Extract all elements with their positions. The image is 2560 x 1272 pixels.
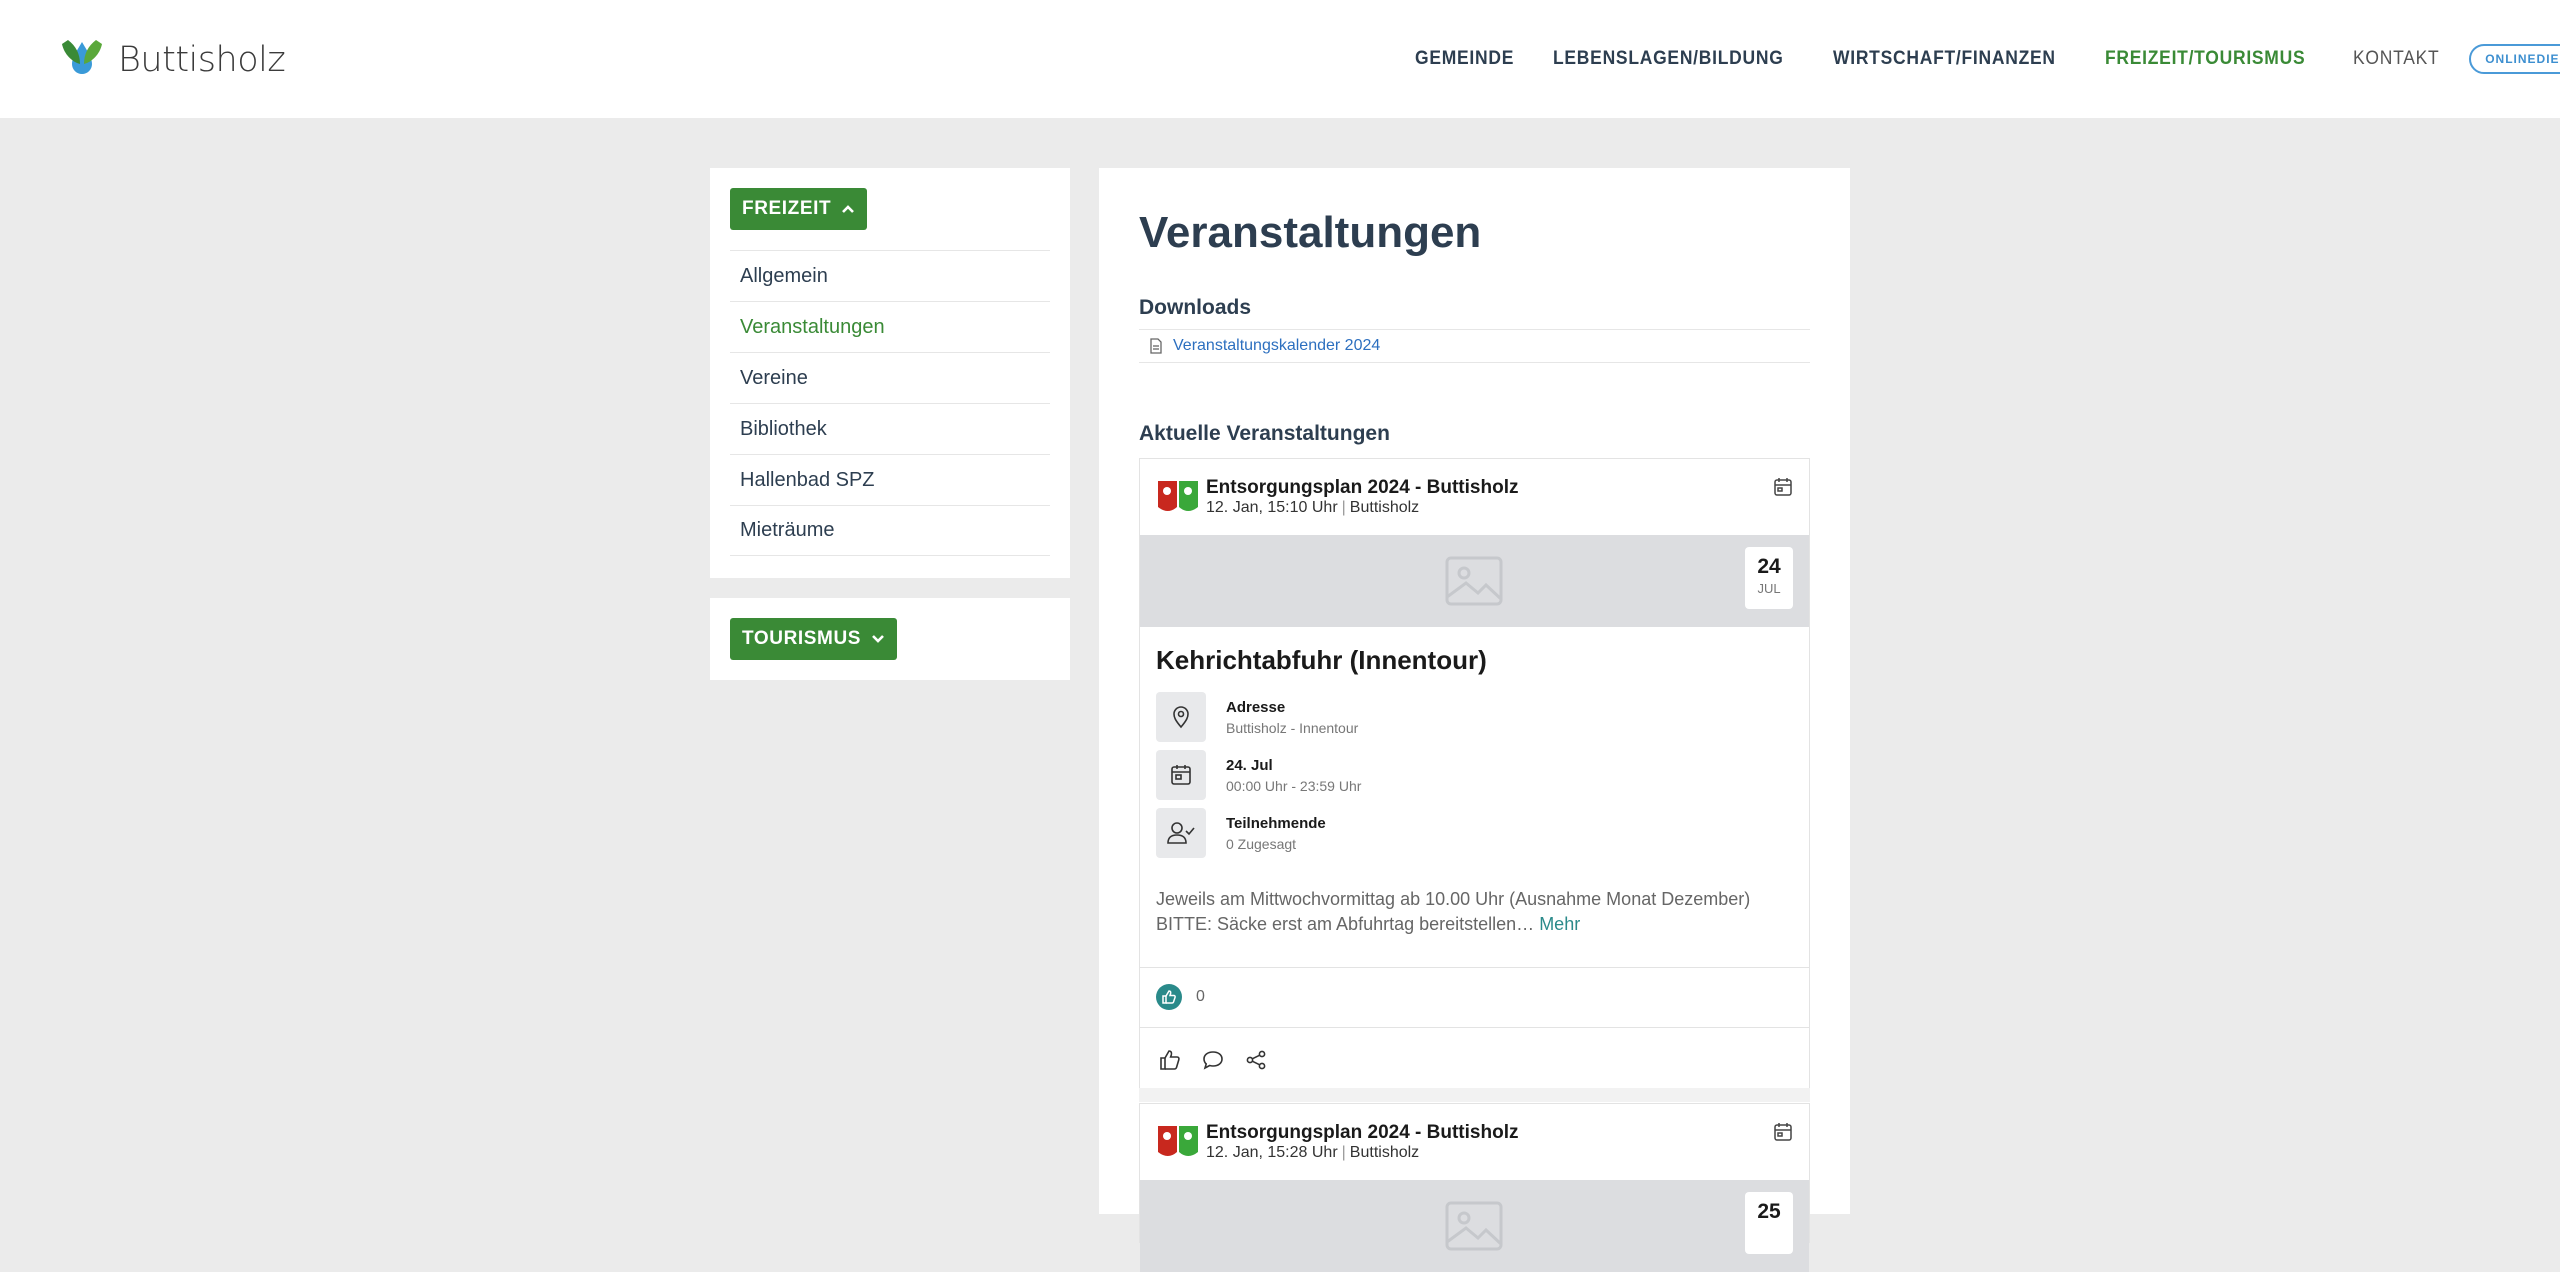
event-description: Jeweils am Mittwochvormittag ab 10.00 Uh… [1156,887,1796,937]
like-count-value: 0 [1196,988,1205,1005]
chevron-up-icon [842,205,855,213]
comment-icon[interactable] [1199,1047,1227,1073]
site-header: Buttisholz GEMEINDE LEBENSLAGEN/BILDUNG … [0,0,2560,118]
site-logo[interactable]: Buttisholz [58,38,286,82]
like-badge-icon [1156,984,1182,1010]
event-participants: Teilnehmende 0 Zugesagt [1156,808,1326,858]
divider [1140,1027,1809,1028]
onlinedienste-button[interactable]: ONLINEDIENSTE [2469,44,2560,74]
tourismus-toggle-button[interactable]: TOURISMUS [730,618,898,660]
main-nav: GEMEINDE LEBENSLAGEN/BILDUNG WIRTSCHAFT/… [1415,44,2560,74]
participants-icon [1156,808,1206,858]
card-gap [1139,1088,1810,1102]
event-timestamp: 12. Jan, 15:10 Uhr [1206,499,1338,516]
organizer-logo [1158,481,1198,511]
address-value: Buttisholz - Innentour [1226,719,1359,736]
event-card: Entsorgungsplan 2024 - Buttisholz 12. Ja… [1139,1103,1810,1272]
image-placeholder-icon [1445,556,1503,606]
organizer-logo [1158,1126,1198,1156]
event-location: Buttisholz [1349,1144,1420,1161]
sidebar-item-hallenbad[interactable]: Hallenbad SPZ [730,454,1050,505]
download-link[interactable]: Veranstaltungskalender 2024 [1173,337,1380,355]
sidebar-item-mietraeume[interactable]: Mieträume [730,505,1050,556]
calendar-icon[interactable] [1773,477,1793,497]
date-badge-day: 24 [1757,555,1781,578]
participants-value: 0 Zugesagt [1226,835,1297,852]
nav-freizeit-tourismus[interactable]: FREIZEIT/TOURISMUS [2105,48,2305,70]
date-badge: 25 [1745,1192,1793,1254]
event-date: 24. Jul 00:00 Uhr - 23:59 Uhr [1156,750,1361,800]
event-description-text: Jeweils am Mittwochvormittag ab 10.00 Uh… [1156,889,1751,934]
event-organizer: Entsorgungsplan 2024 - Buttisholz [1206,477,1519,498]
logo-drops-icon [62,40,102,74]
nav-gemeinde[interactable]: GEMEINDE [1415,48,1514,70]
participants-label: Teilnehmende [1226,814,1326,832]
event-meta: 12. Jan, 15:10 Uhr | Buttisholz [1206,499,1420,516]
like-count: 0 [1156,984,1205,1010]
event-header[interactable]: Entsorgungsplan 2024 - Buttisholz 12. Ja… [1156,1122,1518,1162]
nav-kontakt[interactable]: KONTAKT [2353,48,2439,70]
date-label: 24. Jul [1226,756,1273,774]
event-organizer: Entsorgungsplan 2024 - Buttisholz [1206,1122,1519,1143]
page-title: Veranstaltungen [1139,208,1482,257]
calendar-icon[interactable] [1773,1122,1793,1142]
freizeit-label: FREIZEIT [742,198,832,219]
like-icon[interactable] [1156,1047,1184,1073]
image-placeholder-icon [1445,1201,1503,1251]
date-badge-month: JUL [1757,581,1781,596]
event-address: Adresse Buttisholz - Innentour [1156,692,1358,742]
nav-wirtschaft-finanzen[interactable]: WIRTSCHAFT/FINANZEN [1833,48,2056,70]
downloads-heading: Downloads [1139,296,1252,319]
event-title[interactable]: Kehrichtabfuhr (Innentour) [1156,645,1487,676]
sidebar-tourismus: TOURISMUS [710,598,1070,680]
events-heading: Aktuelle Veranstaltungen [1139,422,1390,445]
sidebar-item-veranstaltungen[interactable]: Veranstaltungen [730,301,1050,352]
event-location: Buttisholz [1349,499,1420,516]
tourismus-label: TOURISMUS [742,628,862,649]
date-value: 00:00 Uhr - 23:59 Uhr [1226,777,1362,794]
calendar-date-icon [1156,750,1206,800]
event-timestamp: 12. Jan, 15:28 Uhr [1206,1144,1338,1161]
event-card: Entsorgungsplan 2024 - Buttisholz 12. Ja… [1139,458,1810,1136]
sidebar-item-vereine[interactable]: Vereine [730,352,1050,403]
event-image-placeholder: 25 [1140,1180,1809,1272]
pdf-file-icon [1150,338,1162,354]
sidebar-item-allgemein[interactable]: Allgemein [730,250,1050,301]
main-content: Veranstaltungen Downloads Veranstaltungs… [1099,168,1850,1272]
more-link[interactable]: Mehr [1539,914,1580,934]
event-meta: 12. Jan, 15:28 Uhr | Buttisholz [1206,1144,1420,1161]
divider [1140,967,1809,968]
sidebar-freizeit: FREIZEIT Allgemein Veranstaltungen Verei… [710,168,1070,578]
logo-text: Buttisholz [118,40,286,80]
nav-lebenslagen-bildung[interactable]: LEBENSLAGEN/BILDUNG [1553,48,1784,70]
chevron-down-icon [872,635,884,643]
event-image-placeholder: 24 JUL [1140,535,1809,627]
sidebar-list: Allgemein Veranstaltungen Vereine Biblio… [730,250,1050,556]
date-badge-day: 25 [1757,1200,1781,1223]
freizeit-toggle-button[interactable]: FREIZEIT [730,188,868,230]
download-item[interactable]: Veranstaltungskalender 2024 [1139,329,1810,363]
sidebar-item-bibliothek[interactable]: Bibliothek [730,403,1050,454]
date-badge: 24 JUL [1745,547,1793,609]
share-icon[interactable] [1242,1047,1270,1073]
event-actions [1156,1047,1285,1073]
event-header[interactable]: Entsorgungsplan 2024 - Buttisholz 12. Ja… [1156,477,1518,517]
address-label: Adresse [1226,698,1286,716]
location-pin-icon [1156,692,1206,742]
